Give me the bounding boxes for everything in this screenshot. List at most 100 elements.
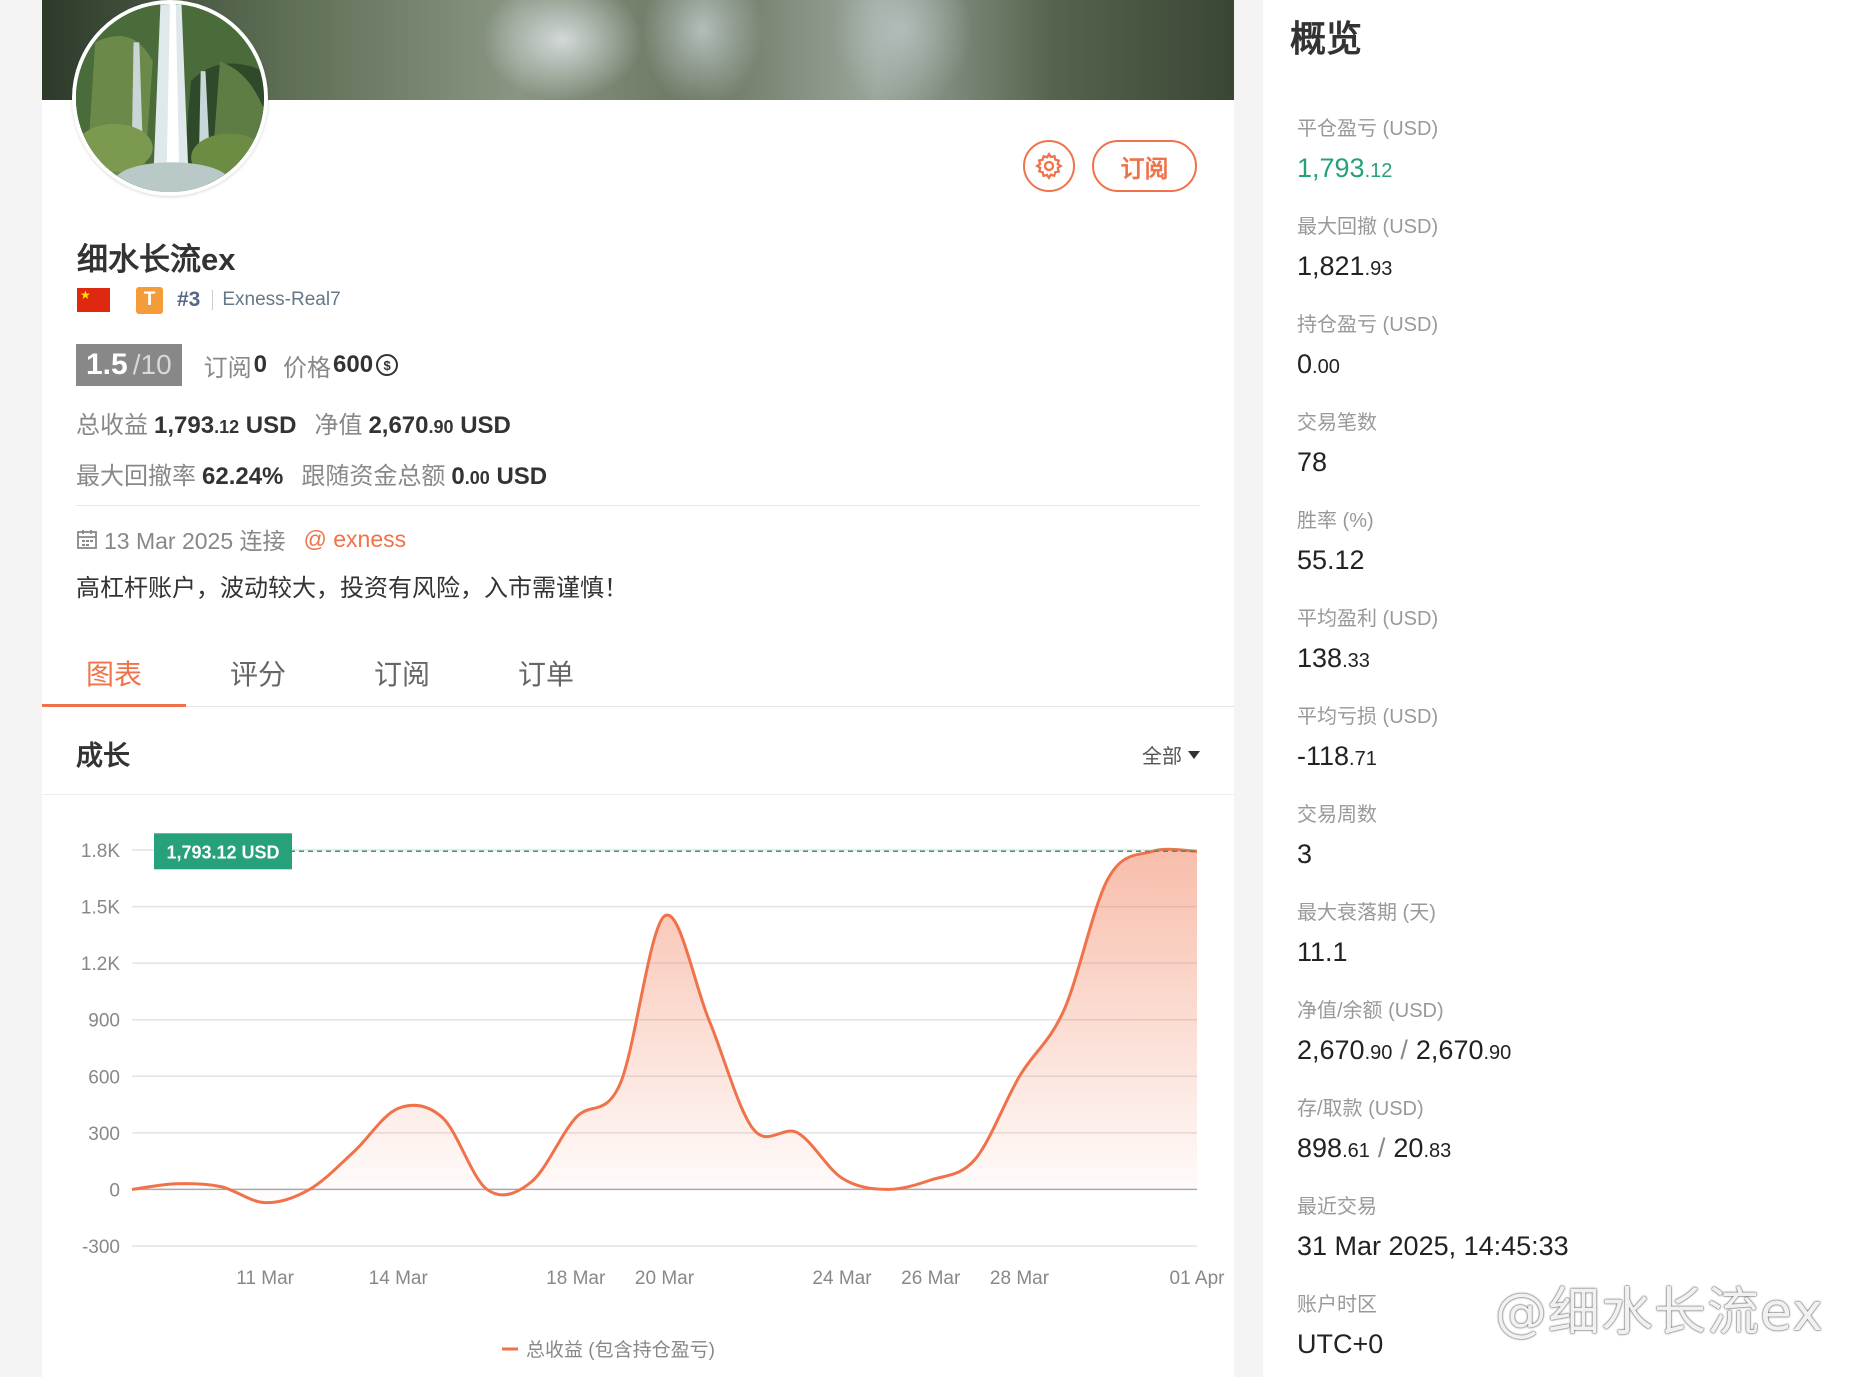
price-label: 价格 [283, 354, 332, 382]
y-tick-label: 0 [109, 1180, 120, 1201]
metric-label: 最大衰落期 (天) [1297, 902, 1436, 924]
score-badge: 1.5 /10 [76, 344, 182, 386]
avatar[interactable] [72, 0, 268, 196]
y-tick-label: 1.5K [81, 898, 120, 919]
metric-value: 31 Mar 2025, 14:45:33 [1297, 1231, 1569, 1261]
overview-panel: 概览 平仓盈亏 (USD) 1,793.12 最大回撤 (USD) 1,821.93 持… [1263, 0, 1865, 1377]
price-value: 600 [333, 351, 374, 378]
metric-value: 3 [1297, 839, 1313, 869]
watermark-text: @细水长流ex [1495, 1283, 1824, 1343]
y-tick-label: -300 [82, 1237, 120, 1258]
total-return-label: 总收益 [76, 412, 148, 439]
growth-chart-svg: 1.8K1.5K1.2K9006003000-300 1,793.12 USD … [81, 833, 1226, 1361]
settings-button[interactable] [1023, 140, 1075, 192]
connected-date: 13 Mar 2025 连接 [104, 528, 286, 554]
subscriptions-label: 订阅 [203, 354, 252, 382]
overview-title: 概览 [1290, 18, 1363, 59]
overview-metric: 交易笔数 78 [1297, 406, 1377, 478]
calendar-icon [77, 530, 97, 549]
score-max: /10 [132, 349, 172, 380]
equity-label: 净值 [314, 412, 363, 439]
x-tick-label: 11 Mar [236, 1268, 294, 1289]
watermark: @细水长流ex [1495, 1270, 1824, 1345]
legend-label[interactable]: 总收益 (包含持仓盈亏) [526, 1339, 715, 1361]
overview-metric: 最近交易 31 Mar 2025, 14:45:33 [1297, 1190, 1569, 1262]
max-drawdown-label: 最大回撤率 [76, 463, 196, 490]
y-tick-label: 1.2K [81, 954, 120, 975]
total-return-value: 1,793.12 USD [154, 412, 297, 439]
trader-profile-card: 订阅 细水长流ex ★ T #3 Exness-Real7 1.5 /10 订阅… [42, 0, 1234, 1377]
tier-badge: T [136, 286, 163, 314]
tab-chart[interactable]: 图表 [42, 640, 186, 707]
tab-bar: 图表 评分 订阅 订单 [42, 640, 1234, 707]
overview-metric: 平均亏损 (USD) -118.71 [1297, 700, 1438, 772]
overview-metric: 胜率 (%) 55.12 [1297, 504, 1374, 576]
metric-label: 交易周数 [1297, 804, 1377, 826]
drawdown-row: 最大回撤率 62.24% 跟随资金总额 0.00 USD [76, 456, 547, 491]
x-tick-label: 24 Mar [812, 1268, 872, 1289]
subscribe-button[interactable]: 订阅 [1092, 140, 1197, 192]
y-tick-label: 600 [88, 1067, 120, 1088]
y-tick-label: 1.8K [81, 841, 120, 862]
metric-label: 平均亏损 (USD) [1297, 706, 1439, 728]
x-tick-label: 14 Mar [369, 1268, 429, 1289]
follow-funds-label: 跟随资金总额 [301, 463, 446, 490]
series-area [132, 849, 1197, 1203]
overview-metric: 最大回撤 (USD) 1,821.93 [1297, 210, 1438, 282]
overview-metric: 平均盈利 (USD) 138.33 [1297, 602, 1438, 674]
metric-label: 平仓盈亏 (USD) [1297, 118, 1439, 140]
metric-value: 138.33 [1297, 643, 1370, 673]
score-value: 1.5 [86, 348, 128, 381]
growth-section-header: 成长 全部 [42, 706, 1234, 795]
overview-metric: 存/取款 (USD) 898.61/20.83 [1297, 1092, 1451, 1164]
metric-value: 55.12 [1297, 545, 1365, 575]
metric-value: -118.71 [1297, 741, 1377, 771]
max-drawdown-value: 62.24% [202, 463, 284, 490]
follow-funds-value: 0.00 USD [451, 463, 548, 490]
x-tick-label: 26 Mar [901, 1268, 961, 1289]
account-description: 高杠杆账户，波动较大，投资有风险，入市需谨慎！ [76, 575, 628, 602]
x-tick-label: 01 Apr [1170, 1268, 1226, 1289]
overview-metric: 交易周数 3 [1297, 798, 1377, 870]
metric-label: 账户时区 [1297, 1294, 1377, 1316]
tab-orders[interactable]: 订单 [474, 640, 618, 706]
metric-label: 胜率 (%) [1297, 510, 1374, 532]
reference-label: 1,793.12 USD [166, 842, 279, 862]
overview-metric: 平仓盈亏 (USD) 1,793.12 [1297, 112, 1438, 184]
growth-chart: 1.8K 1.5K 1.2K 900 600 300 0 -300 1,793.12 USD … [42, 794, 1234, 1377]
metric-label: 最大回撤 (USD) [1297, 216, 1439, 238]
metric-label: 交易笔数 [1297, 412, 1377, 434]
metric-value: 898.61/20.83 [1297, 1133, 1452, 1163]
returns-row: 总收益 1,793.12 USD 净值 2,670.90 USD [76, 405, 511, 440]
china-flag-icon: ★ [77, 288, 110, 312]
tab-rating[interactable]: 评分 [186, 640, 330, 706]
metric-value: 11.1 [1297, 937, 1348, 967]
metric-value: 78 [1297, 447, 1328, 477]
subscriptions-value: 0 [253, 351, 268, 378]
coin-icon: $ [376, 354, 399, 376]
badge-row: ★ T #3 Exness-Real7 [77, 286, 341, 314]
waterfall-avatar-image [76, 4, 264, 192]
metric-label: 最近交易 [1297, 1196, 1377, 1218]
trader-name: 细水长流ex [77, 242, 236, 277]
broker-link[interactable]: @ exness [304, 526, 407, 553]
metric-value: 1,793.12 [1297, 153, 1393, 183]
range-label: 全部 [1142, 746, 1182, 768]
overview-metric: 最大衰落期 (天) 11.1 [1297, 896, 1436, 968]
overview-metric: 净值/余额 (USD) 2,670.90/2,670.90 [1297, 994, 1511, 1066]
equity-value: 2,670.90 USD [368, 412, 511, 439]
metric-value: UTC+0 [1297, 1329, 1384, 1359]
caret-down-icon [1188, 750, 1200, 759]
rank-label: #3 [177, 288, 201, 311]
metric-label: 存/取款 (USD) [1297, 1098, 1424, 1120]
score-row: 1.5 /10 订阅 0 价格 600 $ [76, 344, 399, 386]
metric-value: 0.00 [1297, 349, 1340, 379]
meta-row: 13 Mar 2025 连接 @ exness [76, 522, 406, 556]
section-title: 成长 [76, 741, 130, 771]
metric-label: 净值/余额 (USD) [1297, 1000, 1444, 1022]
metric-value: 2,670.90/2,670.90 [1297, 1035, 1512, 1065]
x-tick-label: 18 Mar [546, 1268, 606, 1289]
range-dropdown[interactable]: 全部 [1142, 740, 1200, 769]
tab-subscription[interactable]: 订阅 [330, 640, 474, 706]
divider [76, 505, 1200, 506]
